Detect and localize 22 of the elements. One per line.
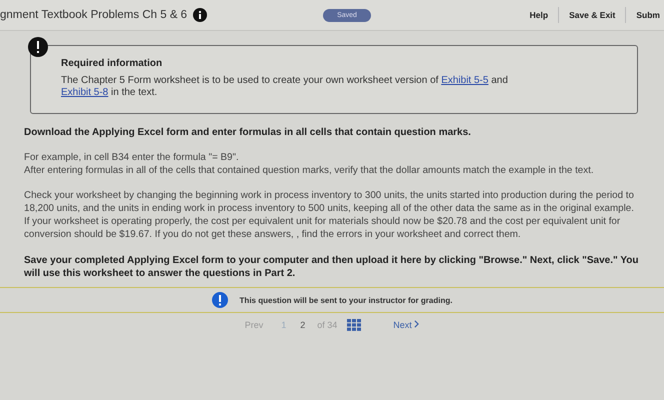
alert-icon: [212, 292, 228, 308]
grading-note: This question will be sent to your instructor for grading.: [240, 296, 452, 305]
next-button[interactable]: Next: [387, 320, 426, 330]
grid-icon[interactable]: [347, 319, 362, 332]
page-number[interactable]: 2: [298, 320, 308, 330]
header-link[interactable]: Help: [526, 8, 552, 22]
exhibit-link[interactable]: Exhibit 5-8: [61, 87, 108, 98]
chevron-right-icon: [414, 320, 420, 328]
header-link[interactable]: Subm: [632, 8, 664, 22]
page-total: of 34: [317, 320, 338, 330]
info-icon[interactable]: [193, 8, 208, 22]
alert-icon: [28, 37, 48, 57]
instruction-text: After entering formulas in all of the cells that contained question marks, verify that the dollar amounts match the example in the text.: [24, 164, 595, 178]
notice-text: The Chapter 5 Form worksheet is to be used to create your own worksheet version of Exhibit 5-5 and Exhibit 5-8 in the text.: [61, 75, 509, 99]
instruction-heading: Download the Applying Excel form and enter formulas in all cells that contain question marks.: [24, 126, 472, 139]
notice-heading: Required information: [61, 58, 164, 69]
assignment-title: gnment Textbook Problems Ch 5 & 6: [0, 9, 188, 21]
instruction-heading: Save your completed Applying Excel form to your computer and then upload it here by clicking "Browse." Next, click "Save." You will use this worksheet to answer the questions in Part 2.: [24, 254, 640, 280]
header-link[interactable]: Save & Exit: [565, 8, 620, 22]
instruction-text: Check your worksheet by changing the beginning work in process inventory to 300 units, the units started into production during the period to 18,200 units, and the units in ending work in process inventory to 500 units, keeping all of the other data the same as in the original example. If your worksheet is operating properly, the cost per equivalent unit for materials should now be $20.78 and the cost per equivalent unit for conversion should be $19.67. If you do not get these answers, , find the errors in your worksheet and correct them.: [24, 190, 635, 242]
exhibit-link[interactable]: Exhibit 5-5: [441, 75, 488, 86]
instruction-text: For example, in cell B34 enter the formula "= B9".: [24, 152, 240, 165]
